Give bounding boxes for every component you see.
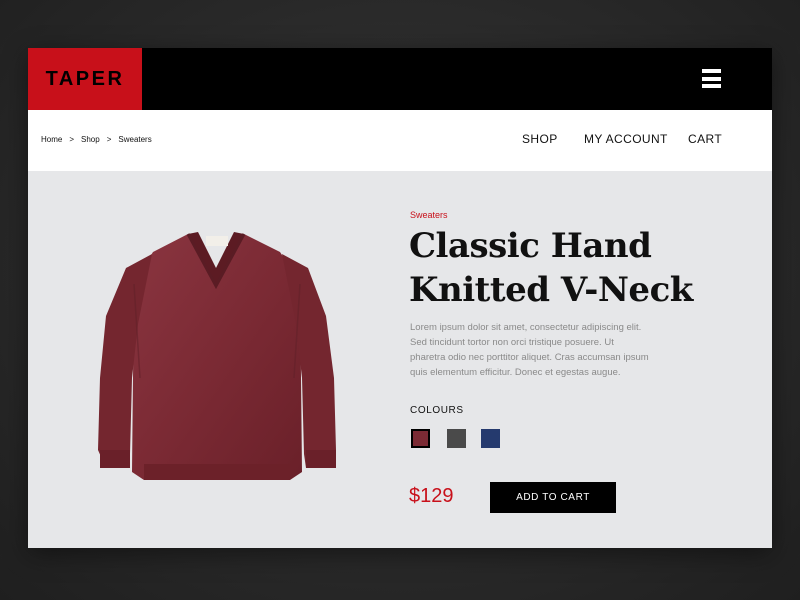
- product-category[interactable]: Sweaters: [410, 210, 448, 220]
- brand-logo[interactable]: TAPER: [28, 48, 142, 110]
- product-price: $129: [409, 485, 454, 507]
- nav-item-shop[interactable]: SHOP: [522, 132, 558, 146]
- nav-bar: Home > Shop > Sweaters SHOP MY ACCOUNT C…: [28, 110, 772, 171]
- app-frame: TAPER Home > Shop > Sweaters SHOP MY ACC…: [28, 48, 772, 548]
- nav-item-cart[interactable]: CART: [688, 132, 722, 146]
- product-title: Classic Hand Knitted V-Neck: [409, 224, 729, 312]
- product-title-line-2: Knitted V-Neck: [409, 270, 693, 310]
- colours-label: COLOURS: [410, 405, 464, 416]
- colour-swatch-navy[interactable]: [481, 429, 500, 448]
- top-header: TAPER: [28, 48, 772, 110]
- add-to-cart-button[interactable]: ADD TO CART: [490, 482, 616, 513]
- nav-item-my-account[interactable]: MY ACCOUNT: [584, 132, 668, 146]
- hamburger-menu-icon[interactable]: [702, 69, 721, 88]
- logo-text: TAPER: [45, 67, 125, 90]
- colour-swatch-burgundy[interactable]: [411, 429, 430, 448]
- product-title-line-1: Classic Hand: [409, 226, 652, 266]
- product-description: Lorem ipsum dolor sit amet, consectetur …: [410, 322, 649, 378]
- colour-swatch-charcoal[interactable]: [447, 429, 466, 448]
- main-nav: SHOP MY ACCOUNT CART: [28, 132, 772, 152]
- sweater-product-image: [98, 232, 336, 480]
